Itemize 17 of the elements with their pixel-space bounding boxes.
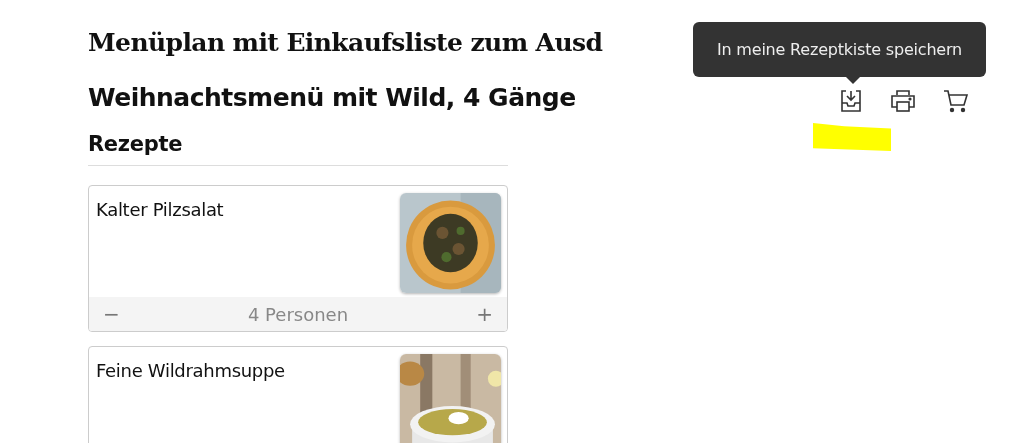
recipe-card[interactable]: Feine Wildrahmsuppe [88,346,508,443]
recipe-title[interactable]: Kalter Pilzsalat [96,193,224,293]
save-icon [838,88,864,114]
recipe-title[interactable]: Feine Wildrahmsuppe [96,354,285,443]
page-title: Menüplan mit Einkaufsliste zum Ausd [88,27,603,59]
recipe-card[interactable]: Kalter Pilzsalat − 4 Personen + [88,185,508,332]
increase-button[interactable]: + [474,302,495,326]
tooltip-arrow [846,77,860,84]
cart-icon [942,88,970,114]
servings-count: 4 Personen [247,303,349,325]
save-button[interactable] [838,88,864,114]
printer-button[interactable] [889,88,917,114]
printer-icon [889,88,917,114]
cart-button[interactable] [942,88,970,114]
decrease-button[interactable]: − [101,302,122,326]
menu-title: Weihnachtsmenü mit Wild, 4 Gänge [88,82,576,114]
section-title: Rezepte [88,132,508,166]
